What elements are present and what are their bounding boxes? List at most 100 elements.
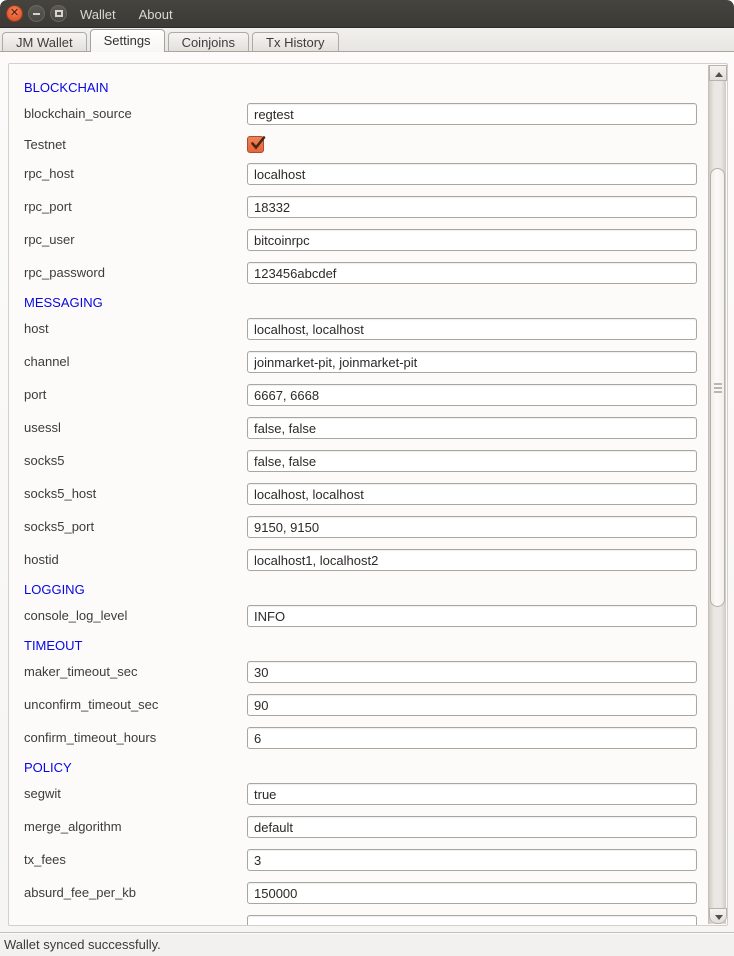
close-button[interactable]: ✕: [6, 5, 23, 22]
field-row: absurd_fee_per_kb: [24, 882, 709, 904]
field-row: host: [24, 318, 709, 340]
channel-input[interactable]: [247, 351, 697, 373]
tab-bar: JM WalletSettingsCoinjoinsTx History: [0, 28, 734, 52]
field-row: tx_fees: [24, 849, 709, 871]
field-row: socks5_host: [24, 483, 709, 505]
maximize-button[interactable]: [50, 5, 67, 22]
app-window: ✕ Wallet About JM WalletSettingsCoinjoins…: [0, 0, 734, 956]
field-row: rpc_port: [24, 196, 709, 218]
field-row: channel: [24, 351, 709, 373]
rpc_user-input[interactable]: [247, 229, 697, 251]
field-label: usessl: [24, 417, 61, 439]
field-label: socks5_port: [24, 516, 94, 538]
field-row: socks5: [24, 450, 709, 472]
section-header-blockchain: BLOCKCHAIN: [24, 80, 709, 96]
field-label: maker_timeout_sec: [24, 661, 137, 683]
socks5-input[interactable]: [247, 450, 697, 472]
field-label: rpc_user: [24, 229, 75, 251]
minimize-button[interactable]: [28, 5, 45, 22]
field-label: tx_fees: [24, 849, 66, 871]
field-row: port: [24, 384, 709, 406]
minimize-icon: [33, 13, 40, 15]
field-label: rpc_password: [24, 262, 105, 284]
blockchain_source-input[interactable]: [247, 103, 697, 125]
field-row: segwit: [24, 783, 709, 805]
status-bar: Wallet synced successfully.: [0, 932, 734, 956]
scroll-up-icon: [715, 72, 723, 77]
maximize-icon: [55, 10, 63, 17]
field-row: confirm_timeout_hours: [24, 727, 709, 749]
field-row: unconfirm_timeout_sec: [24, 694, 709, 716]
menu-wallet[interactable]: Wallet: [78, 7, 118, 22]
tab-jm-wallet[interactable]: JM Wallet: [2, 32, 87, 51]
field-label: hostid: [24, 549, 59, 571]
field-label: socks5_host: [24, 483, 96, 505]
field-row: hostid: [24, 549, 709, 571]
field-label: console_log_level: [24, 605, 127, 627]
field-row: usessl: [24, 417, 709, 439]
rpc_password-input[interactable]: [247, 262, 697, 284]
section-header-messaging: MESSAGING: [24, 295, 709, 311]
scroll-up-button[interactable]: [709, 65, 727, 81]
rpc_port-input[interactable]: [247, 196, 697, 218]
field-row: blockchain_source: [24, 103, 709, 125]
port-input[interactable]: [247, 384, 697, 406]
maker_timeout_sec-input[interactable]: [247, 661, 697, 683]
unconfirm_timeout_sec-input[interactable]: [247, 694, 697, 716]
field-label: merge_algorithm: [24, 816, 122, 838]
usessl-input[interactable]: [247, 417, 697, 439]
field-label: port: [24, 384, 46, 406]
settings-pane: BLOCKCHAIN blockchain_source Testnet rpc_ho…: [0, 52, 734, 932]
field-row: rpc_user: [24, 229, 709, 251]
field-row: Testnet: [24, 136, 709, 153]
testnet-checkbox[interactable]: [247, 136, 264, 153]
settings-scroll-area: BLOCKCHAIN blockchain_source Testnet rpc_ho…: [8, 63, 728, 926]
field-label: socks5: [24, 450, 64, 472]
menubar: Wallet About: [78, 0, 175, 28]
field-label: blockchain_source: [24, 103, 132, 125]
settings-form: BLOCKCHAIN blockchain_source Testnet rpc_ho…: [9, 64, 709, 926]
field-row: socks5_port: [24, 516, 709, 538]
tab-tx-history[interactable]: Tx History: [252, 32, 339, 51]
host-input[interactable]: [247, 318, 697, 340]
field-row: rpc_host: [24, 163, 709, 185]
field-row: rpc_password: [24, 262, 709, 284]
tab-settings[interactable]: Settings: [90, 29, 165, 52]
scroll-down-button[interactable]: [709, 908, 727, 924]
field-row: maker_timeout_sec: [24, 661, 709, 683]
scroll-down-icon: [715, 915, 723, 920]
console_log_level-input[interactable]: [247, 605, 697, 627]
socks5_port-input[interactable]: [247, 516, 697, 538]
field-label: rpc_port: [24, 196, 72, 218]
field-label: host: [24, 318, 49, 340]
field-label: rpc_host: [24, 163, 74, 185]
scrollbar-thumb[interactable]: [710, 168, 725, 607]
socks5_host-input[interactable]: [247, 483, 697, 505]
status-text: Wallet synced successfully.: [0, 933, 161, 956]
field-label: Testnet: [24, 136, 66, 153]
merge_algorithm-input[interactable]: [247, 816, 697, 838]
tx_fees-input[interactable]: [247, 849, 697, 871]
field-label: unconfirm_timeout_sec: [24, 694, 158, 716]
section-header-logging: LOGGING: [24, 582, 709, 598]
field-label: confirm_timeout_hours: [24, 727, 156, 749]
absurd_fee_per_kb-input[interactable]: [247, 882, 697, 904]
confirm_timeout_hours-input[interactable]: [247, 727, 697, 749]
menu-about[interactable]: About: [137, 7, 175, 22]
field-row: merge_algorithm: [24, 816, 709, 838]
check-icon: [249, 134, 267, 152]
close-icon: ✕: [7, 6, 22, 21]
rpc_host-input[interactable]: [247, 163, 697, 185]
hostid-input[interactable]: [247, 549, 697, 571]
vertical-scrollbar[interactable]: [708, 65, 726, 924]
section-header-timeout: TIMEOUT: [24, 638, 709, 654]
segwit-input[interactable]: [247, 783, 697, 805]
section-header-policy: POLICY: [24, 760, 709, 776]
scrollbar-grip-icon: [714, 383, 722, 393]
titlebar: ✕ Wallet About: [0, 0, 734, 28]
partial-field-input[interactable]: [247, 915, 697, 926]
field-label: absurd_fee_per_kb: [24, 882, 136, 904]
field-row: console_log_level: [24, 605, 709, 627]
tab-coinjoins[interactable]: Coinjoins: [168, 32, 249, 51]
field-label: channel: [24, 351, 70, 373]
